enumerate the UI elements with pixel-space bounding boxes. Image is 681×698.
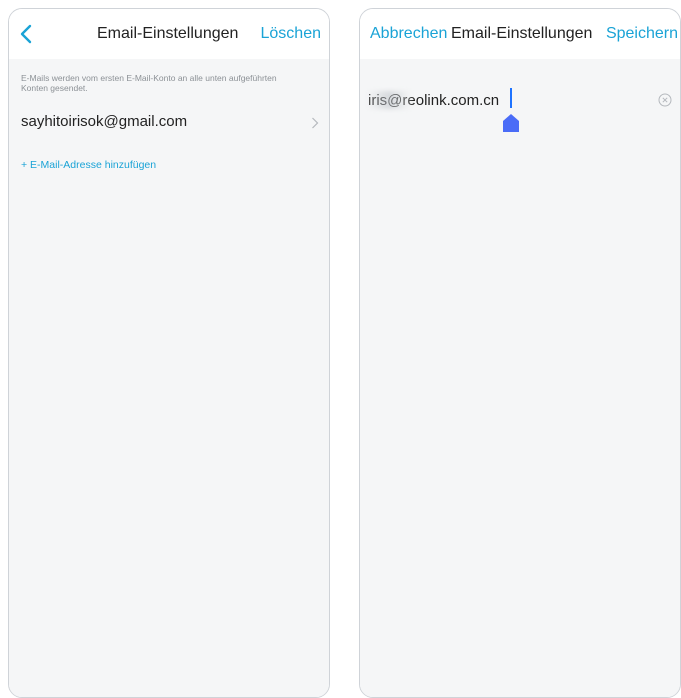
page-title: Email-Einstellungen: [451, 25, 593, 42]
text-caret: [510, 88, 512, 108]
chevron-right-icon: [312, 117, 319, 129]
email-edit-field: [360, 85, 680, 132]
clear-circle-icon[interactable]: [658, 93, 672, 107]
email-address: sayhitoirisok@gmail.com: [21, 113, 188, 130]
email-settings-screen: Email-Einstellungen Löschen E-Mails werd…: [8, 8, 330, 698]
save-button[interactable]: Speichern: [606, 25, 678, 43]
add-email-link[interactable]: + E-Mail-Adresse hinzufügen: [21, 159, 156, 171]
delete-button[interactable]: Löschen: [261, 25, 322, 43]
cancel-button[interactable]: Abbrechen: [370, 25, 447, 43]
text-cursor-handle-icon[interactable]: [502, 113, 520, 133]
page-title: Email-Einstellungen: [97, 25, 239, 42]
chevron-left-icon[interactable]: [16, 23, 38, 45]
content-area: [360, 59, 680, 697]
email-edit-screen: Abbrechen Email-Einstellungen Speichern: [359, 8, 681, 698]
email-list-item[interactable]: sayhitoirisok@gmail.com: [9, 109, 329, 137]
content-area: [9, 59, 329, 697]
navigation-bar: Abbrechen Email-Einstellungen Speichern: [360, 9, 680, 59]
info-text: E-Mails werden vom ersten E-Mail-Konto a…: [21, 73, 277, 93]
navigation-bar: Email-Einstellungen Löschen: [9, 9, 329, 59]
email-input[interactable]: [368, 89, 648, 111]
